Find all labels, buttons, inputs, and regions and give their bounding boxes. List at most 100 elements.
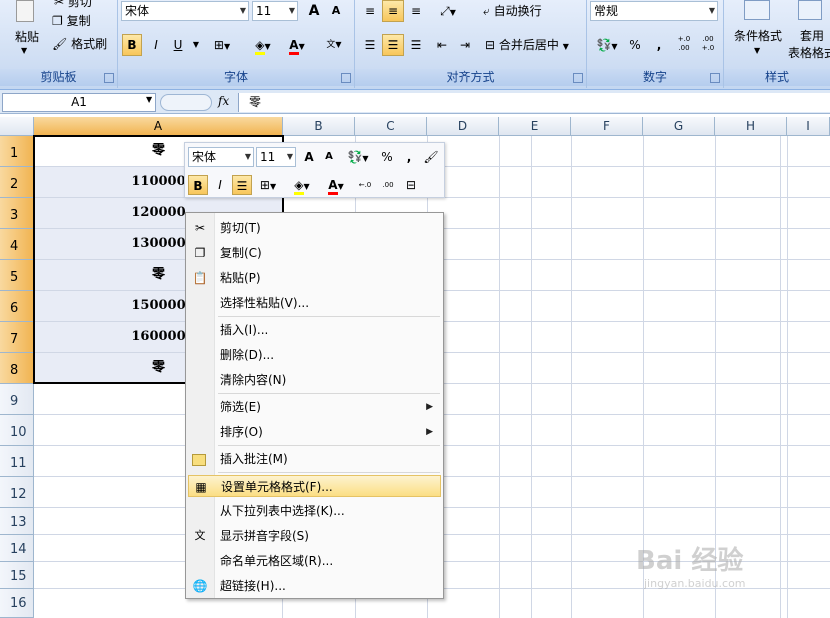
percent-button[interactable]: % <box>625 34 645 56</box>
column-header-e[interactable]: E <box>499 117 571 136</box>
row-header-12[interactable]: 12 <box>0 477 34 508</box>
conditional-format-button[interactable]: 条件格式 ▼ <box>728 0 788 62</box>
mini-fill-color-button[interactable]: ◈▼ <box>287 175 317 195</box>
italic-button[interactable]: I <box>146 34 166 56</box>
row-header-2[interactable]: 2 <box>0 167 34 198</box>
column-header-i[interactable]: I <box>787 117 830 136</box>
menu-item-show-phonetic[interactable]: 文 显示拼音字段(S) <box>188 525 441 547</box>
bold-button[interactable]: B <box>122 34 142 56</box>
menu-item-copy[interactable]: ❐ 复制(C) <box>188 242 441 264</box>
mini-decrease-decimal-button[interactable]: .00 <box>378 175 398 195</box>
menu-item-define-name[interactable]: 命名单元格区域(R)... <box>188 550 441 572</box>
font-name-combo[interactable]: 宋体 ▼ <box>121 1 249 21</box>
mini-percent-button[interactable]: % <box>377 147 397 167</box>
font-color-button[interactable]: A▼ <box>280 34 314 56</box>
mini-increase-decimal-button[interactable]: ←.0 <box>355 175 375 195</box>
row-header-13[interactable]: 13 <box>0 508 34 535</box>
mini-currency-button[interactable]: 💱▼ <box>343 147 373 167</box>
align-middle-button[interactable]: ≡ <box>382 0 404 22</box>
row-header-7[interactable]: 7 <box>0 322 34 353</box>
column-header-f[interactable]: F <box>571 117 643 136</box>
row-header-9[interactable]: 9 <box>0 384 34 415</box>
column-header-h[interactable]: H <box>715 117 787 136</box>
fill-color-button[interactable]: ◈▼ <box>246 34 280 56</box>
number-format-combo[interactable]: 常规 ▼ <box>590 1 718 21</box>
row-header-4[interactable]: 4 <box>0 229 34 260</box>
mini-font-combo[interactable]: 宋体 ▼ <box>188 147 254 167</box>
row-header-15[interactable]: 15 <box>0 562 34 589</box>
mini-merge-button[interactable]: ⊟ <box>401 175 421 195</box>
chevron-down-icon[interactable]: ▼ <box>563 42 569 51</box>
row-header-5[interactable]: 5 <box>0 260 34 291</box>
orientation-button[interactable]: ⤢▼ <box>433 0 463 22</box>
menu-item-cut[interactable]: ✂ 剪切(T) <box>188 217 441 239</box>
copy-button[interactable]: ❐ 复制 <box>52 11 91 31</box>
menu-item-sort[interactable]: 排序(O) ▶ <box>188 421 441 443</box>
mini-shrink-font-button[interactable]: A <box>319 147 339 167</box>
comma-button[interactable]: , <box>649 34 669 56</box>
mini-font-color-button[interactable]: A▼ <box>321 175 351 195</box>
decrease-decimal-button[interactable]: .00 +.0 <box>697 34 719 56</box>
row-header-16[interactable]: 16 <box>0 589 34 618</box>
dialog-launcher-icon[interactable] <box>341 73 351 83</box>
row-header-8[interactable]: 8 <box>0 353 34 384</box>
wrap-text-button[interactable]: ⤶ 自动换行 <box>483 1 542 21</box>
menu-item-hyperlink[interactable]: 🌐 超链接(H)... <box>188 575 441 597</box>
grow-font-button[interactable]: A <box>304 0 324 22</box>
chevron-down-icon[interactable]: ▼ <box>287 148 293 166</box>
mini-format-painter-button[interactable]: 🖌 <box>421 147 441 167</box>
chevron-down-icon[interactable]: ▼ <box>240 2 246 20</box>
merge-center-button[interactable]: ⊟ 合并后居中 ▼ <box>485 35 569 55</box>
chevron-down-icon[interactable]: ▼ <box>146 95 152 104</box>
chevron-down-icon[interactable]: ▼ <box>190 34 202 56</box>
column-header-c[interactable]: C <box>355 117 427 136</box>
align-bottom-button[interactable]: ≡ <box>405 0 427 22</box>
menu-item-clear-contents[interactable]: 清除内容(N) <box>188 369 441 391</box>
menu-item-paste[interactable]: 📋 粘贴(P) <box>188 267 441 289</box>
formula-input[interactable]: 零 <box>238 93 830 112</box>
insert-function-button[interactable]: fx <box>218 94 229 108</box>
decrease-indent-button[interactable]: ⇤ <box>431 34 453 56</box>
column-header-b[interactable]: B <box>283 117 355 136</box>
dialog-launcher-icon[interactable] <box>104 73 114 83</box>
menu-item-pick-from-list[interactable]: 从下拉列表中选择(K)... <box>188 500 441 522</box>
mini-comma-button[interactable]: , <box>399 147 419 167</box>
chevron-down-icon[interactable]: ▼ <box>709 2 715 20</box>
mini-bold-button[interactable]: B <box>188 175 208 195</box>
paste-button[interactable]: 粘贴 ▼ <box>8 0 42 62</box>
currency-button[interactable]: 💱▼ <box>591 34 623 56</box>
menu-item-filter[interactable]: 筛选(E) ▶ <box>188 396 441 418</box>
formula-bar-resize-handle[interactable] <box>160 94 212 111</box>
row-header-6[interactable]: 6 <box>0 291 34 322</box>
borders-button[interactable]: ⊞▼ <box>206 34 238 56</box>
align-top-button[interactable]: ≡ <box>359 0 381 22</box>
dialog-launcher-icon[interactable] <box>573 73 583 83</box>
menu-item-insert-comment[interactable]: 插入批注(M) <box>188 448 441 470</box>
phonetic-button[interactable]: 文▼ <box>318 34 350 56</box>
dialog-launcher-icon[interactable] <box>710 73 720 83</box>
align-right-button[interactable]: ☰ <box>405 34 427 56</box>
row-header-14[interactable]: 14 <box>0 535 34 562</box>
increase-decimal-button[interactable]: +.0 .00 <box>673 34 695 56</box>
mini-italic-button[interactable]: I <box>210 175 230 195</box>
underline-button[interactable]: U <box>168 34 188 56</box>
mini-borders-button[interactable]: ⊞▼ <box>254 175 282 195</box>
chevron-down-icon[interactable]: ▼ <box>289 2 295 20</box>
row-header-11[interactable]: 11 <box>0 446 34 477</box>
format-painter-button[interactable]: 🖌 格式刷 <box>52 34 107 54</box>
menu-item-format-cells[interactable]: ▦ 设置单元格格式(F)... <box>188 475 441 497</box>
column-header-a[interactable]: A <box>34 117 283 136</box>
menu-item-delete[interactable]: 删除(D)... <box>188 344 441 366</box>
font-size-combo[interactable]: 11 ▼ <box>252 1 298 21</box>
align-left-button[interactable]: ☰ <box>359 34 381 56</box>
chevron-down-icon[interactable]: ▼ <box>245 148 251 166</box>
mini-size-combo[interactable]: 11 ▼ <box>256 147 296 167</box>
row-header-1[interactable]: 1 <box>0 136 34 167</box>
name-box[interactable]: A1 <box>2 93 156 112</box>
shrink-font-button[interactable]: A <box>326 0 346 22</box>
row-header-10[interactable]: 10 <box>0 415 34 446</box>
column-header-d[interactable]: D <box>427 117 499 136</box>
align-center-button[interactable]: ☰ <box>382 34 404 56</box>
select-all-button[interactable] <box>0 117 34 136</box>
mini-grow-font-button[interactable]: A <box>299 147 319 167</box>
